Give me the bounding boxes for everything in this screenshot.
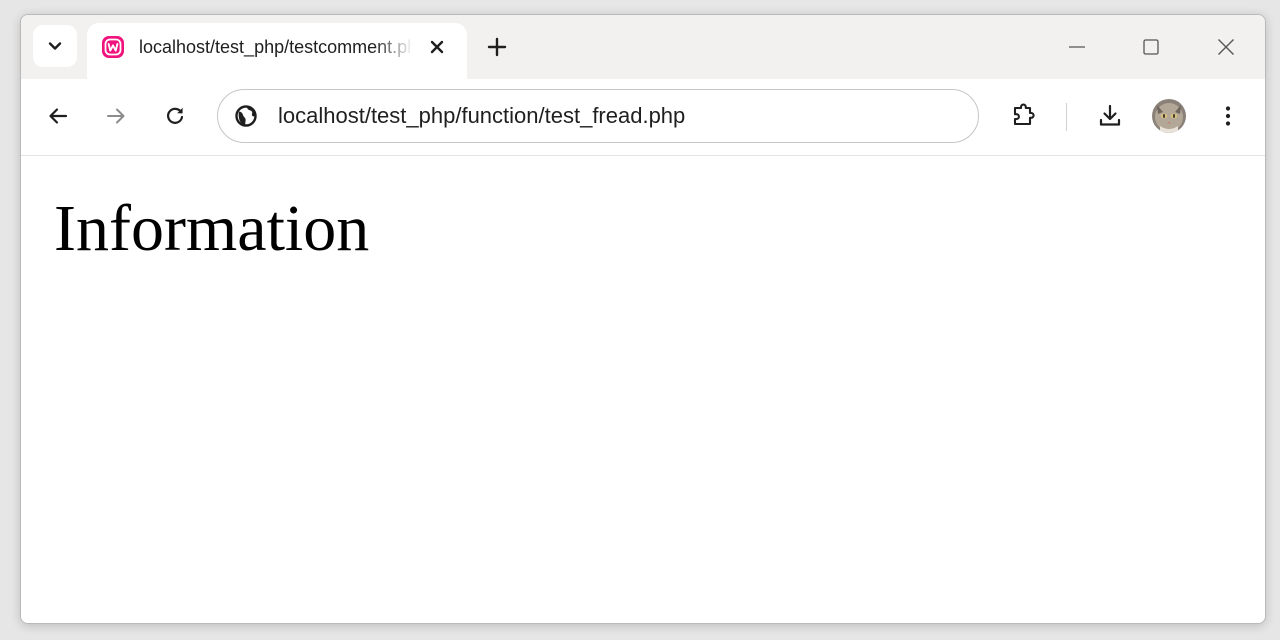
plus-icon (487, 37, 507, 57)
arrow-left-icon (49, 108, 68, 124)
reload-icon (167, 107, 184, 124)
tab-title: localhost/test_php/testcomment.php (139, 37, 413, 57)
browser-toolbar: localhost/test_php/function/test_fread.p… (21, 79, 1265, 156)
globe-icon[interactable] (234, 104, 258, 128)
close-icon (1218, 39, 1234, 55)
extensions-button[interactable] (1009, 101, 1039, 131)
tab-active[interactable]: localhost/test_php/testcomment.php (87, 23, 467, 79)
downloads-button[interactable] (1095, 101, 1125, 131)
url-text: localhost/test_php/function/test_fread.p… (278, 103, 686, 128)
maximize-button[interactable] (1137, 33, 1165, 61)
minimize-button[interactable] (1063, 33, 1091, 61)
tab-close-button[interactable] (425, 35, 449, 59)
page-heading: Information (54, 192, 370, 265)
wampserver-logo-icon (102, 36, 124, 58)
minimize-icon (1069, 46, 1085, 48)
avatar[interactable] (1152, 99, 1186, 133)
tab-search-button[interactable] (33, 25, 77, 67)
arrow-right-icon (107, 108, 125, 124)
menu-button[interactable] (1213, 101, 1243, 131)
profile-picture (1152, 99, 1186, 133)
browser-window: localhost/test_php/testcomment.php local… (20, 14, 1266, 624)
new-tab-button[interactable] (483, 33, 511, 61)
tab-strip: localhost/test_php/testcomment.php (21, 15, 1265, 79)
puzzle-icon (1013, 103, 1035, 126)
page-content: Information (21, 156, 1265, 623)
close-icon (430, 40, 444, 54)
reload-button[interactable] (160, 101, 190, 131)
kebab-menu-icon (1225, 106, 1231, 126)
maximize-icon (1143, 39, 1159, 55)
address-bar[interactable]: localhost/test_php/function/test_fread.p… (217, 89, 979, 143)
chevron-down-icon (48, 42, 62, 50)
download-icon (1099, 104, 1121, 126)
window-close-button[interactable] (1212, 33, 1240, 61)
toolbar-divider (1066, 103, 1067, 131)
back-button[interactable] (43, 101, 73, 131)
forward-button[interactable] (101, 101, 131, 131)
